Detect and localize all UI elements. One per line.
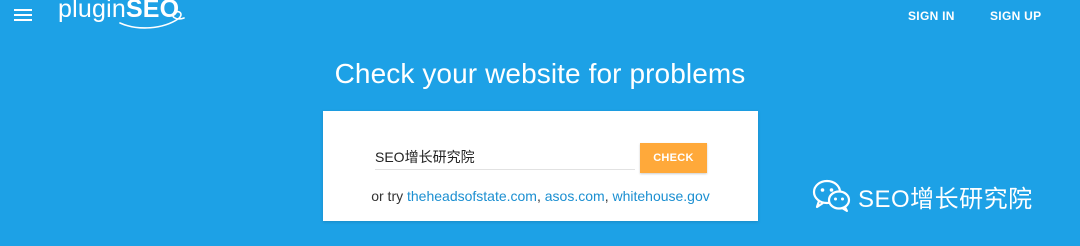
hamburger-menu-icon[interactable]	[12, 6, 34, 26]
sign-in-link[interactable]: SIGN IN	[908, 9, 955, 23]
watermark-text: SEO增长研究院	[858, 185, 1033, 213]
example-link-whitehouse[interactable]: whitehouse.gov	[612, 188, 709, 204]
check-button[interactable]: CHECK	[640, 143, 707, 173]
website-url-input[interactable]	[375, 145, 635, 170]
page-headline: Check your website for problems	[334, 58, 746, 89]
logo-swoosh-icon	[119, 10, 185, 29]
try-prefix-text: or try	[371, 188, 404, 204]
sign-up-link[interactable]: SIGN UP	[990, 9, 1041, 23]
pluginseo-logo[interactable]: plugin SEO	[58, 0, 185, 29]
example-sites-line: or try theheadsofstate.com, asos.com, wh…	[323, 188, 758, 204]
top-bar: plugin SEO SIGN IN SIGN UP	[0, 0, 1080, 32]
wechat-icon	[812, 179, 851, 212]
separator-text: ,	[604, 188, 609, 204]
wechat-watermark: SEO增长研究院	[812, 178, 1033, 214]
check-panel: CHECK or try theheadsofstate.com, asos.c…	[323, 111, 758, 221]
example-link-theheadsofstate[interactable]: theheadsofstate.com	[407, 188, 537, 204]
logo-text-plugin: plugin	[58, 0, 126, 23]
example-link-asos[interactable]: asos.com	[545, 188, 605, 204]
separator-text: ,	[536, 188, 541, 204]
